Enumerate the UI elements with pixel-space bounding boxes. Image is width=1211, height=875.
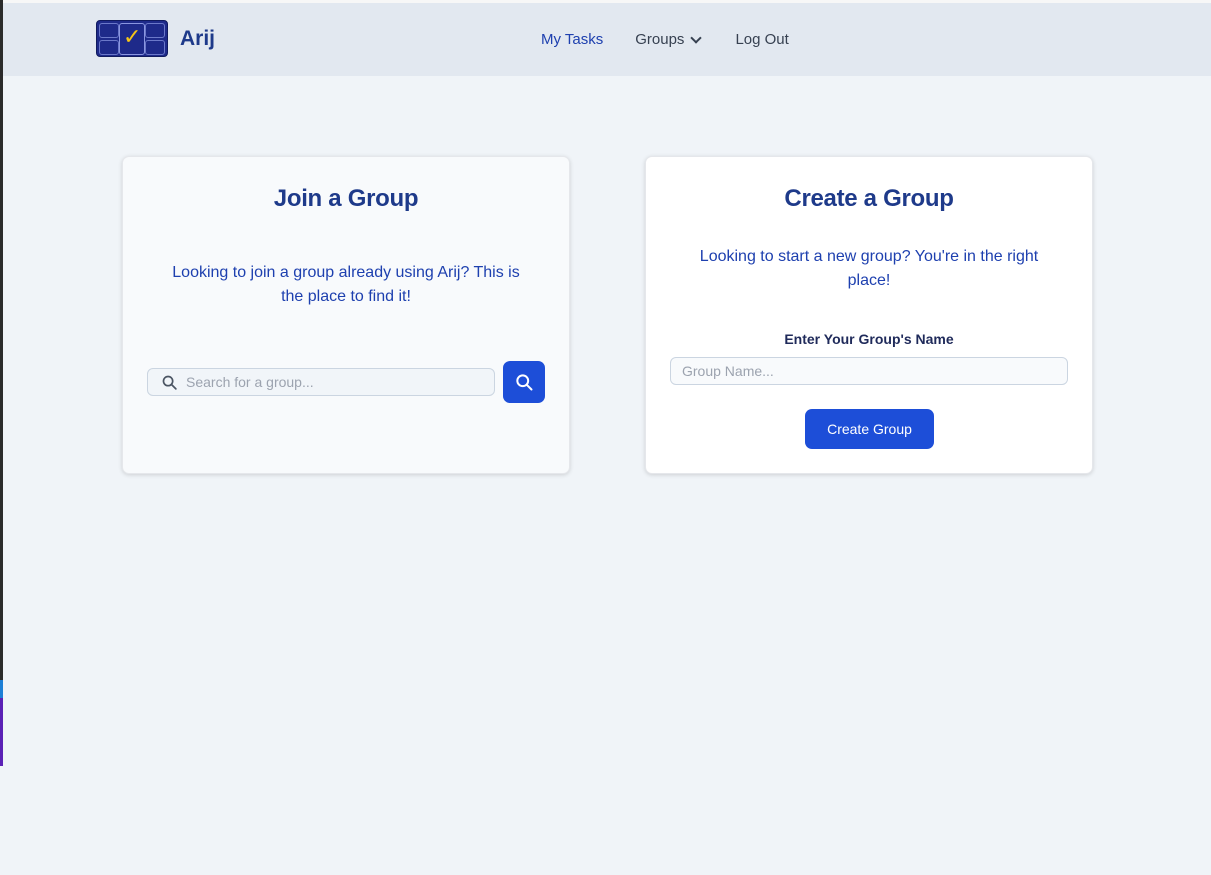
left-edge-accent-blue [0, 680, 3, 698]
brand-name: Arij [180, 26, 216, 50]
create-group-card: Create a Group Looking to start a new gr… [645, 156, 1093, 474]
left-edge-accent-purple [0, 698, 3, 766]
create-group-button[interactable]: Create Group [805, 409, 934, 449]
nav-links: My Tasks Groups Log Out [541, 31, 789, 48]
search-button[interactable] [503, 361, 545, 403]
nav-groups-dropdown[interactable]: Groups [635, 31, 703, 48]
chevron-down-icon [690, 31, 703, 44]
group-search-field[interactable] [147, 368, 495, 396]
search-icon [162, 375, 177, 390]
left-edge-bottom [0, 766, 3, 875]
join-group-description: Looking to join a group already using Ar… [172, 264, 520, 305]
brand[interactable]: ✓ Arij [96, 20, 215, 57]
nav-log-out[interactable]: Log Out [735, 31, 788, 48]
app-window: ✓ Arij My Tasks Groups Log Out Join a Gr… [0, 0, 1211, 875]
checkbox-logo-icon: ✓ [96, 20, 168, 57]
join-group-card: Join a Group Looking to join a group alr… [122, 156, 570, 474]
group-search-input[interactable] [186, 369, 486, 395]
nav-groups-label: Groups [635, 31, 685, 48]
create-group-title: Create a Group [784, 185, 954, 212]
create-group-description: Looking to start a new group? You're in … [699, 248, 1039, 289]
group-name-label: Enter Your Group's Name [784, 331, 954, 347]
group-name-input[interactable] [670, 357, 1068, 385]
search-icon [516, 374, 533, 391]
join-group-title: Join a Group [273, 185, 419, 212]
nav-my-tasks[interactable]: My Tasks [541, 31, 603, 48]
navbar: ✓ Arij My Tasks Groups Log Out [3, 3, 1211, 76]
